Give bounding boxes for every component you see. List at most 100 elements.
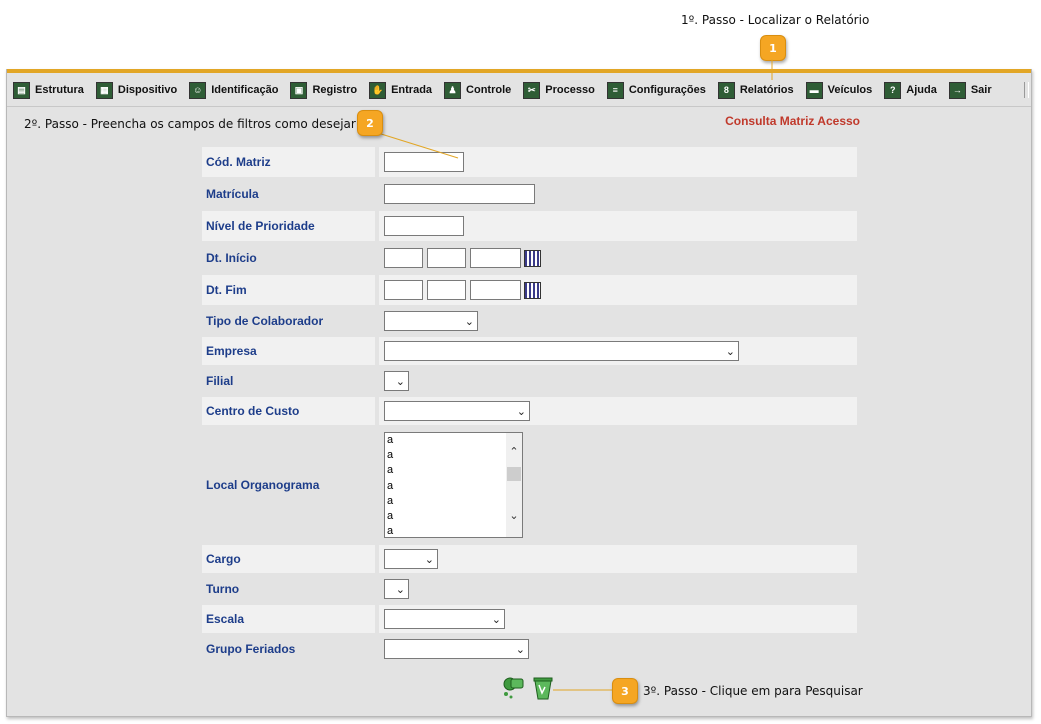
dt-fim-day-input[interactable] — [384, 280, 423, 300]
menu-divider — [7, 106, 1031, 107]
menu-item-ajuda[interactable]: ? Ajuda — [884, 75, 937, 105]
row-cargo: Cargo ⌄ — [202, 545, 857, 573]
menu-label: Dispositivo — [117, 84, 178, 96]
menu-label: Estrutura — [35, 84, 84, 96]
chevron-up-icon[interactable]: ⌃ — [506, 443, 522, 459]
local-organograma-label: Local Organograma — [206, 478, 320, 492]
step2-annotation: 2º. Passo - Preencha os campos de filtro… — [24, 117, 356, 131]
app-window: ▤ Estrutura ▦ Dispositivo ☺ Identificação ▣… — [6, 69, 1032, 717]
dt-fim-label: Dt. Fim — [202, 275, 375, 305]
scrollbar-thumb[interactable] — [507, 467, 521, 481]
nivel-prioridade-input[interactable] — [384, 216, 464, 236]
help-icon: ? — [884, 81, 902, 99]
menu-label: Sair — [970, 84, 992, 96]
dt-inicio-label: Dt. Início — [206, 251, 257, 265]
chevron-down-icon[interactable]: ⌄ — [506, 507, 522, 523]
cod-matriz-input[interactable] — [384, 152, 464, 172]
step3-annotation: 3º. Passo - Clique em para Pesquisar — [643, 684, 863, 698]
list-item[interactable]: a — [385, 448, 522, 463]
menu-label: Ajuda — [906, 84, 937, 96]
device-icon: ▦ — [95, 81, 113, 99]
filial-select[interactable]: ⌄ — [384, 371, 409, 391]
registry-icon: ▣ — [290, 81, 308, 99]
row-matricula: Matrícula — [202, 179, 857, 209]
step1-annotation: 1º. Passo - Localizar o Relatório — [681, 13, 870, 27]
exit-icon: → — [948, 81, 966, 99]
menu-item-veiculos[interactable]: ▬ Veículos — [805, 75, 873, 105]
menu-label: Entrada — [391, 84, 433, 96]
list-item[interactable]: a — [385, 433, 522, 448]
menu-item-entrada[interactable]: ✋ Entrada — [369, 75, 432, 105]
row-local-organograma: Local Organograma a a a a a a a ⌃ ⌄ — [202, 427, 857, 543]
settings-icon: ≡ — [606, 81, 624, 99]
structure-icon: ▤ — [13, 81, 30, 99]
row-nivel-prioridade: Nível de Prioridade — [202, 211, 857, 241]
dt-fim-month-input[interactable] — [427, 280, 466, 300]
dt-inicio-day-input[interactable] — [384, 248, 423, 268]
local-organograma-listbox[interactable]: a a a a a a a ⌃ ⌄ — [384, 432, 523, 538]
list-item[interactable]: a — [385, 479, 522, 494]
calendar-icon[interactable] — [524, 249, 541, 267]
page-title: Consulta Matriz Acesso — [725, 114, 860, 128]
menu-item-sair[interactable]: → Sair — [948, 75, 992, 105]
row-grupo-feriados: Grupo Feriados ⌄ — [202, 635, 857, 663]
binoculars-search-icon[interactable] — [502, 675, 524, 699]
chevron-down-icon: ⌄ — [464, 315, 474, 328]
chevron-down-icon: ⌄ — [516, 405, 526, 418]
menu-label: Veículos — [827, 84, 873, 96]
turno-select[interactable]: ⌄ — [384, 579, 409, 599]
chevron-down-icon: ⌄ — [424, 553, 434, 566]
list-item[interactable]: a — [385, 463, 522, 478]
step3-badge: 3 — [612, 678, 638, 704]
centro-custo-label: Centro de Custo — [202, 397, 375, 425]
menu-item-estrutura[interactable]: ▤ Estrutura — [13, 75, 84, 105]
chevron-down-icon: ⌄ — [395, 583, 405, 596]
step2-badge: 2 — [357, 110, 383, 136]
menu-item-controle[interactable]: ♟ Controle — [444, 75, 511, 105]
tipo-colaborador-select[interactable]: ⌄ — [384, 311, 478, 331]
dt-inicio-year-input[interactable] — [470, 248, 521, 268]
centro-custo-select[interactable]: ⌄ — [384, 401, 530, 421]
cod-matriz-label: Cód. Matriz — [202, 147, 375, 177]
menu-label: Controle — [466, 84, 512, 96]
row-dt-fim: Dt. Fim — [202, 275, 857, 305]
dt-inicio-month-input[interactable] — [427, 248, 466, 268]
list-item[interactable]: a — [385, 509, 522, 524]
menu-item-dispositivo[interactable]: ▦ Dispositivo — [95, 75, 178, 105]
cargo-select[interactable]: ⌄ — [384, 549, 438, 569]
menu-item-registro[interactable]: ▣ Registro — [290, 75, 357, 105]
empresa-select[interactable]: ⌄ — [384, 341, 739, 361]
reports-icon: 8 — [717, 81, 735, 99]
dt-fim-year-input[interactable] — [470, 280, 521, 300]
list-item[interactable]: a — [385, 524, 522, 539]
accent-bar — [7, 69, 1031, 73]
matricula-label: Matrícula — [206, 187, 259, 201]
chevron-down-icon: ⌄ — [515, 643, 525, 656]
nivel-prioridade-label: Nível de Prioridade — [202, 211, 375, 241]
clear-filter-icon[interactable] — [533, 675, 553, 701]
menu-label: Identificação — [211, 84, 279, 96]
list-item[interactable]: a — [385, 494, 522, 509]
row-dt-inicio: Dt. Início — [202, 243, 857, 273]
filial-label: Filial — [206, 374, 234, 388]
entry-icon: ✋ — [369, 81, 387, 99]
menu-item-processo[interactable]: ✂ Processo — [523, 75, 595, 105]
turno-label: Turno — [206, 582, 240, 596]
menu-label: Processo — [545, 84, 595, 96]
escala-label: Escala — [202, 605, 375, 633]
control-icon: ♟ — [444, 81, 462, 99]
listbox-scrollbar[interactable]: ⌃ ⌄ — [506, 433, 522, 537]
matricula-input[interactable] — [384, 184, 535, 204]
menu-item-identificacao[interactable]: ☺ Identificação — [189, 75, 278, 105]
escala-select[interactable]: ⌄ — [384, 609, 505, 629]
calendar-icon[interactable] — [524, 281, 541, 299]
grupo-feriados-select[interactable]: ⌄ — [384, 639, 529, 659]
menu-item-configuracoes[interactable]: ≡ Configurações — [606, 75, 706, 105]
row-empresa: Empresa ⌄ — [202, 337, 857, 365]
row-escala: Escala ⌄ — [202, 605, 857, 633]
process-icon: ✂ — [523, 81, 541, 99]
menu-label: Registro — [312, 84, 358, 96]
menu-item-relatorios[interactable]: 8 Relatórios — [717, 75, 794, 105]
row-turno: Turno ⌄ — [202, 575, 857, 603]
grupo-feriados-label: Grupo Feriados — [206, 642, 296, 656]
